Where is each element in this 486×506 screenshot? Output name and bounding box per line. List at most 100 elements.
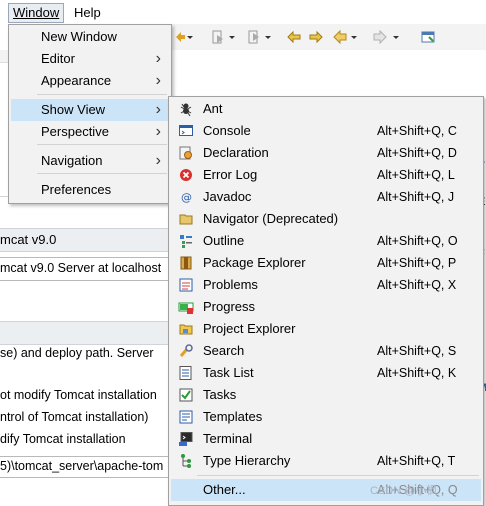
tasks-icon: [179, 388, 193, 402]
menu-item-label: Other...: [203, 482, 246, 497]
menu-item-label: Package Explorer: [203, 255, 306, 270]
dropdown-icon[interactable]: [392, 29, 400, 45]
menu-item-label: Task List: [203, 365, 254, 380]
dropdown-icon[interactable]: [264, 29, 272, 45]
terminal-icon: [179, 432, 193, 446]
menu-item-label: Perspective: [41, 124, 109, 139]
watermark: CSDN @小枫: [370, 485, 438, 497]
menu-item-label: Error Log: [203, 167, 258, 182]
menu-separator: [197, 475, 479, 476]
menu-item-label: Problems: [203, 277, 258, 292]
menu-item-perspective[interactable]: Perspective ›: [11, 121, 169, 143]
show-view-item-navigator-deprecated[interactable]: Navigator (Deprecated): [171, 208, 481, 230]
menu-item-shortcut: Alt+Shift+Q, J: [377, 190, 455, 204]
submenu-arrow-icon: ›: [155, 72, 161, 89]
declaration-icon: [179, 146, 192, 160]
menu-item-label: Javadoc: [203, 189, 252, 204]
show-view-item-console[interactable]: Console Alt+Shift+Q, C: [171, 120, 481, 142]
menu-separator: [37, 94, 167, 95]
svg-text:@: @: [181, 191, 192, 204]
show-view-item-error-log[interactable]: Error Log Alt+Shift+Q, L: [171, 164, 481, 186]
option-use-workspace[interactable]: ot modify Tomcat installation: [0, 388, 157, 402]
menu-window[interactable]: Window: [8, 3, 65, 23]
menu-item-label: Declaration: [203, 145, 269, 160]
menu-item-label: Editor: [41, 51, 75, 66]
menu-item-label: Outline: [203, 233, 245, 248]
dropdown-icon[interactable]: [228, 29, 236, 45]
dropdown-icon[interactable]: [350, 29, 358, 45]
show-view-submenu: Ant Console Alt+Shift+Q, C Declaration Alt+S…: [168, 96, 484, 506]
menu-item-shortcut: Alt+Shift+Q, C: [377, 124, 457, 138]
type-hierarchy-icon: [181, 454, 191, 468]
show-view-item-declaration[interactable]: Declaration Alt+Shift+Q, D: [171, 142, 481, 164]
menu-item-label: New Window: [41, 29, 117, 44]
error-log-icon: [180, 169, 192, 181]
menu-item-label: Progress: [203, 299, 256, 314]
toolbar: [170, 24, 486, 50]
option-use-installation[interactable]: ntrol of Tomcat installation): [0, 410, 148, 424]
package-explorer-icon: [180, 256, 192, 270]
ant-icon: [180, 103, 192, 117]
open-perspective-icon[interactable]: [420, 29, 436, 45]
menu-item-label: Navigator (Deprecated): [203, 211, 339, 226]
show-view-item-project-explorer[interactable]: Project Explorer: [171, 318, 481, 340]
menu-item-label: Ant: [203, 101, 223, 116]
menu-item-label: Console: [203, 123, 251, 138]
show-view-item-problems[interactable]: Problems Alt+Shift+Q, X: [171, 274, 481, 296]
menu-item-navigation[interactable]: Navigation ›: [11, 150, 169, 172]
templates-icon: [179, 410, 193, 424]
dropdown-icon[interactable]: [186, 29, 194, 45]
server-section-header: mcat v9.0: [0, 228, 170, 252]
show-view-item-package-explorer[interactable]: Package Explorer Alt+Shift+Q, P: [171, 252, 481, 274]
show-view-item-javadoc[interactable]: @ Javadoc Alt+Shift+Q, J: [171, 186, 481, 208]
forward-edit-icon[interactable]: [308, 29, 324, 45]
menu-separator: [37, 173, 167, 174]
last-edit-icon[interactable]: [286, 29, 302, 45]
menu-item-shortcut: Alt+Shift+Q, T: [377, 454, 456, 468]
menu-item-label: Search: [203, 343, 245, 358]
menu-item-shortcut: Alt+Shift+Q, L: [377, 168, 455, 182]
menu-item-label: Navigation: [41, 153, 103, 168]
search-icon: [179, 344, 193, 357]
submenu-arrow-icon: ›: [155, 152, 161, 169]
show-view-item-task-list[interactable]: Task List Alt+Shift+Q, K: [171, 362, 481, 384]
server-path-field[interactable]: 5)\tomcat_server\apache-tom: [0, 456, 169, 478]
menubar: Window Help: [0, 0, 486, 24]
menu-item-new-window[interactable]: New Window: [11, 26, 169, 48]
menu-item-label: Terminal: [203, 431, 253, 446]
menu-item-preferences[interactable]: Preferences: [11, 179, 169, 201]
navigator-icon: [179, 214, 193, 225]
deploy-text: se) and deploy path. Server: [0, 346, 154, 360]
menu-item-appearance[interactable]: Appearance ›: [11, 70, 169, 92]
menu-item-label: Tasks: [203, 387, 237, 402]
menu-item-shortcut: Alt+Shift+Q, D: [377, 146, 457, 160]
next-annotation-icon[interactable]: [210, 29, 226, 45]
show-view-item-tasks[interactable]: Tasks: [171, 384, 481, 406]
server-field[interactable]: mcat v9.0 Server at localhost: [0, 257, 169, 281]
menu-separator: [37, 144, 167, 145]
menu-item-label: Type Hierarchy: [203, 453, 291, 468]
show-view-item-progress[interactable]: Progress: [171, 296, 481, 318]
forward-icon[interactable]: [372, 29, 388, 45]
show-view-item-outline[interactable]: Outline Alt+Shift+Q, O: [171, 230, 481, 252]
task-list-icon: [179, 366, 192, 380]
submenu-arrow-icon: ›: [155, 50, 161, 67]
menu-item-editor[interactable]: Editor ›: [11, 48, 169, 70]
show-view-item-terminal[interactable]: Terminal: [171, 428, 481, 450]
menu-item-label: Templates: [203, 409, 263, 424]
show-view-item-templates[interactable]: Templates: [171, 406, 481, 428]
javadoc-icon: @: [181, 191, 192, 204]
menu-item-show-view[interactable]: Show View ›: [11, 99, 169, 121]
menu-item-label: Project Explorer: [203, 321, 296, 336]
show-view-item-type-hierarchy[interactable]: Type Hierarchy Alt+Shift+Q, T: [171, 450, 481, 472]
back-icon[interactable]: [332, 29, 348, 45]
progress-icon: [178, 302, 194, 314]
menu-item-shortcut: Alt+Shift+Q, S: [377, 344, 457, 358]
option-custom-location[interactable]: dify Tomcat installation: [0, 432, 126, 446]
menu-item-label: Appearance: [41, 73, 112, 88]
prev-annotation-icon[interactable]: [246, 29, 262, 45]
show-view-item-search[interactable]: Search Alt+Shift+Q, S: [171, 340, 481, 362]
menu-help[interactable]: Help: [70, 4, 105, 22]
show-view-item-ant[interactable]: Ant: [171, 98, 481, 120]
project-explorer-icon: [179, 324, 193, 335]
